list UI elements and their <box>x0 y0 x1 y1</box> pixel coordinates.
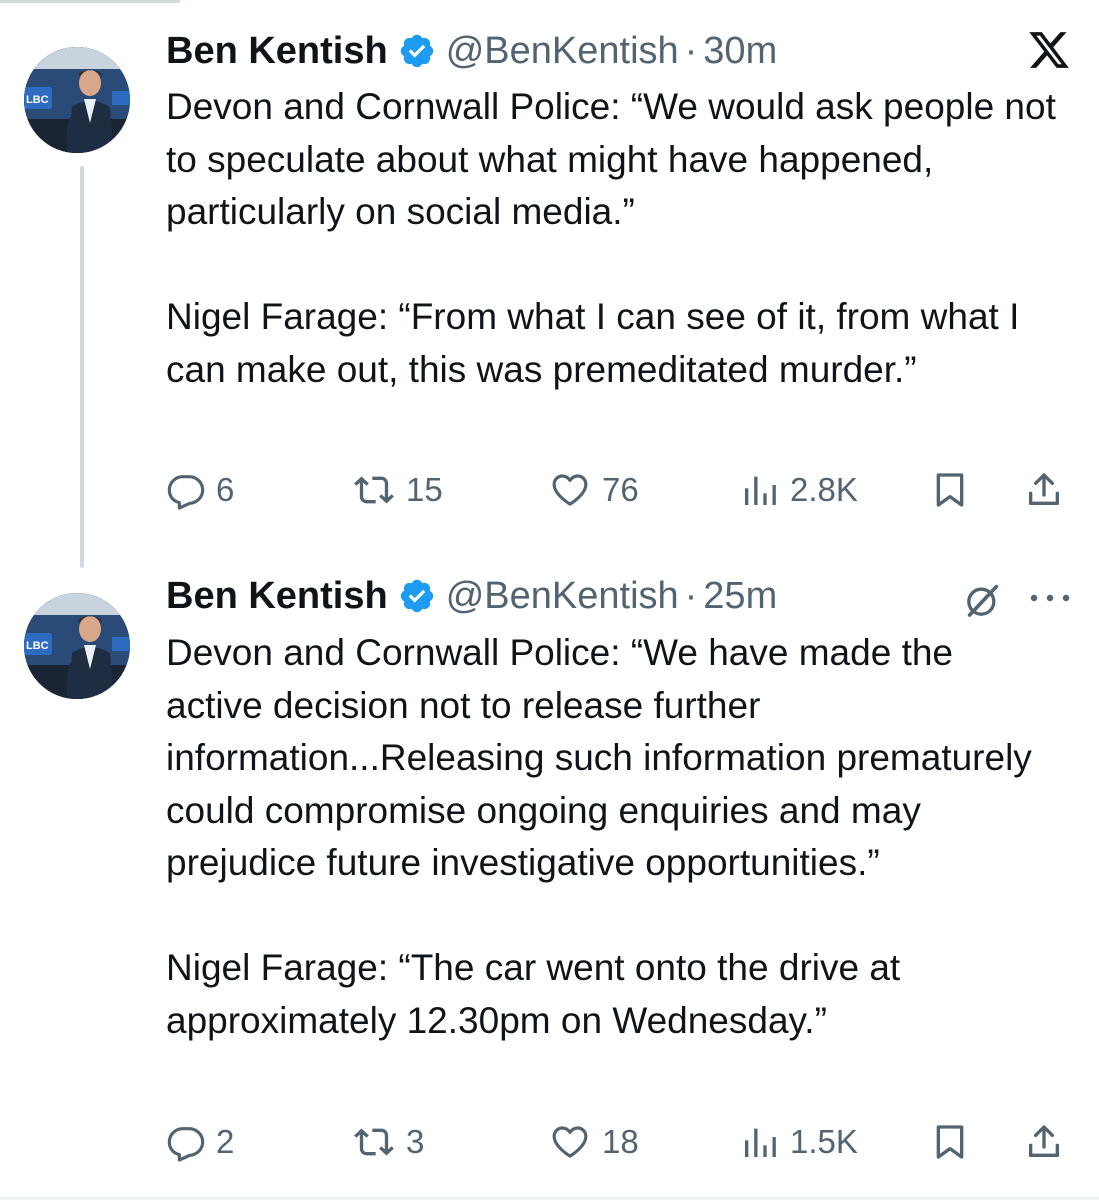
separator-dot: · <box>684 575 698 617</box>
tweet-header: Ben Kentish @BenKentish · 25m <box>166 570 777 622</box>
reply-icon <box>167 475 205 510</box>
tweet-paragraph: Nigel Farage: “The car went onto the dri… <box>166 947 901 1041</box>
bookmark-icon <box>936 473 964 507</box>
author-handle[interactable]: @BenKentish <box>446 25 679 77</box>
tweet-2[interactable]: LBC Ben Kentish @BenKentish · 25m Devon … <box>0 560 1099 1200</box>
tweet-actions: 6 15 76 2.8K <box>166 465 1099 515</box>
grok-icon[interactable] <box>963 580 1003 620</box>
avatar-image: LBC <box>24 47 130 153</box>
svg-text:LBC: LBC <box>26 640 49 652</box>
thread-connector-line <box>80 166 84 568</box>
author-name[interactable]: Ben Kentish <box>166 25 388 77</box>
reply-icon <box>167 1127 205 1162</box>
bookmark-button[interactable] <box>930 1117 970 1167</box>
views-count: 1.5K <box>790 1123 858 1160</box>
repost-icon <box>354 476 394 504</box>
views-button[interactable]: 1.5K <box>740 1117 858 1167</box>
avatar[interactable]: LBC <box>24 47 130 153</box>
author-handle[interactable]: @BenKentish <box>446 570 679 622</box>
reply-button[interactable]: 2 <box>166 1117 234 1167</box>
views-button[interactable]: 2.8K <box>740 465 858 515</box>
reply-button[interactable]: 6 <box>166 465 234 515</box>
share-icon <box>1029 1125 1059 1157</box>
views-icon <box>745 1128 776 1157</box>
more-options-icon[interactable] <box>1027 588 1073 608</box>
svg-text:LBC: LBC <box>26 94 49 106</box>
like-icon <box>552 474 588 506</box>
tweet-1[interactable]: LBC Ben Kentish @BenKentish · 30m Devon … <box>0 0 1099 568</box>
tweet-paragraph: Devon and Cornwall Police: “We would ask… <box>166 86 1056 232</box>
reply-count: 2 <box>216 1123 235 1160</box>
repost-button[interactable]: 15 <box>352 465 443 515</box>
x-logo-icon <box>1029 32 1069 68</box>
repost-count: 15 <box>406 471 443 508</box>
verified-badge-icon <box>400 579 433 613</box>
share-icon <box>1029 473 1059 505</box>
tweet-header: Ben Kentish @BenKentish · 30m <box>166 25 777 77</box>
separator-dot: · <box>684 30 698 72</box>
bookmark-button[interactable] <box>930 465 970 515</box>
like-button[interactable]: 18 <box>548 1117 639 1167</box>
like-icon <box>552 1126 588 1158</box>
share-button[interactable] <box>1024 1117 1064 1167</box>
tweet-text: Devon and Cornwall Police: “We would ask… <box>166 81 1059 396</box>
tweet-paragraph: Devon and Cornwall Police: “We have made… <box>166 632 1032 883</box>
verified-badge-icon <box>400 34 433 68</box>
like-count: 18 <box>602 1123 639 1160</box>
tweet-actions: 2 3 18 1.5K <box>166 1117 1099 1167</box>
reply-count: 6 <box>216 471 235 508</box>
repost-count: 3 <box>406 1123 425 1160</box>
tweet-text: Devon and Cornwall Police: “We have made… <box>166 627 1059 1047</box>
bookmark-icon <box>936 1125 964 1159</box>
author-name[interactable]: Ben Kentish <box>166 570 388 622</box>
timestamp[interactable]: 25m <box>703 570 777 622</box>
avatar[interactable]: LBC <box>24 593 130 699</box>
repost-icon <box>354 1128 394 1156</box>
timestamp[interactable]: 30m <box>703 25 777 77</box>
like-count: 76 <box>602 471 639 508</box>
like-button[interactable]: 76 <box>548 465 639 515</box>
avatar-image: LBC <box>24 593 130 699</box>
tweet-paragraph: Nigel Farage: “From what I can see of it… <box>166 296 1020 390</box>
repost-button[interactable]: 3 <box>352 1117 424 1167</box>
share-button[interactable] <box>1024 465 1064 515</box>
views-count: 2.8K <box>790 471 858 508</box>
views-icon <box>745 476 776 505</box>
